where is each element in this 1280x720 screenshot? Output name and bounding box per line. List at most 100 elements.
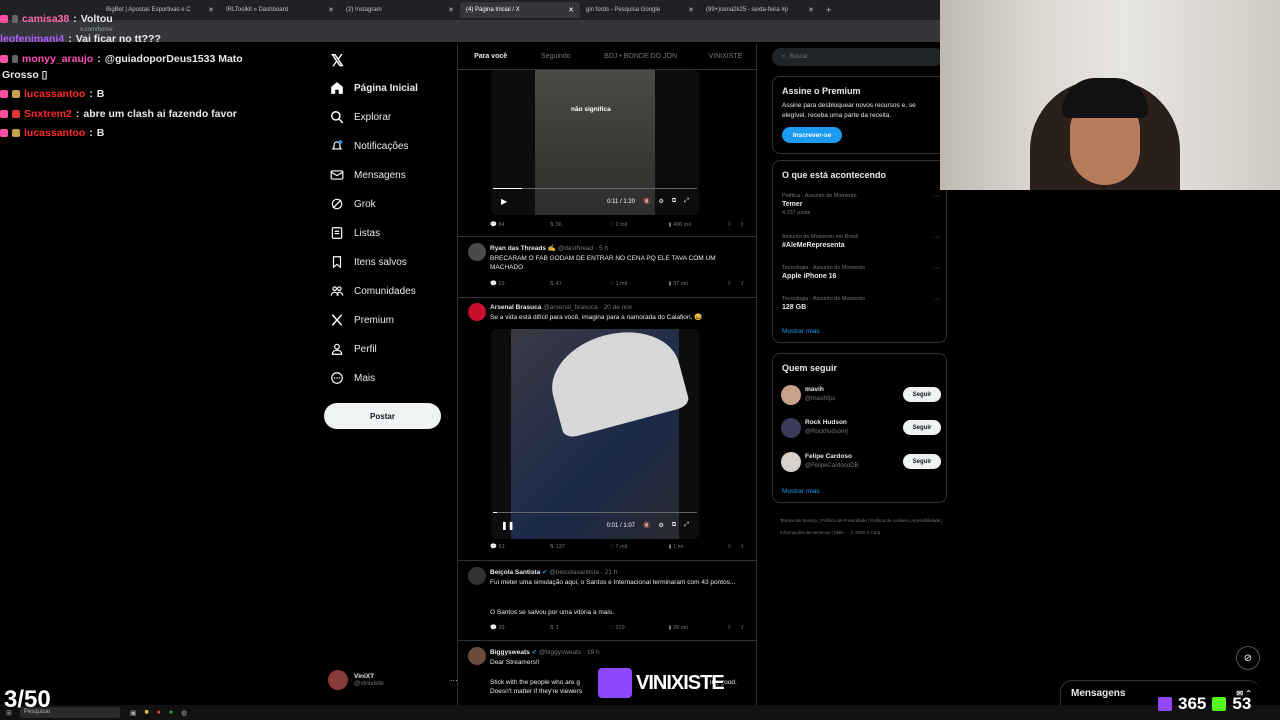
- footer-link[interactable]: Política de Privacidade: [821, 518, 867, 523]
- close-tab-icon[interactable]: ✕: [688, 6, 694, 14]
- repost-count[interactable]: ⇅ 36: [550, 222, 610, 228]
- fullscreen-icon[interactable]: ⤢: [684, 198, 689, 205]
- close-tab-icon[interactable]: ✕: [808, 6, 814, 14]
- like-count[interactable]: ♡ 2 mil: [609, 222, 669, 228]
- show-more-link[interactable]: Mostrar mais: [782, 488, 820, 495]
- nav-explore[interactable]: Explorar: [330, 110, 391, 124]
- more-dots-icon[interactable]: ···: [933, 234, 940, 241]
- video-progress[interactable]: [493, 188, 697, 189]
- avatar[interactable]: [781, 418, 801, 438]
- browser-tab[interactable]: (2) Instagram ✕: [340, 2, 460, 18]
- tab-for-you[interactable]: Para você: [458, 44, 523, 69]
- tab-bdj[interactable]: BDJ • BONDE DO JON: [588, 44, 692, 69]
- repost-count[interactable]: ⇅ 47: [550, 281, 610, 287]
- avatar[interactable]: [468, 647, 486, 665]
- avatar[interactable]: [468, 567, 486, 585]
- trend-item[interactable]: Tecnologia · Assunto do Momento 128 GB ·…: [782, 296, 940, 311]
- tweet[interactable]: não significa ▶ 0:11 / 1:20 🔇 ⚙ ⧉ ⤢ 💬 84…: [458, 70, 756, 237]
- view-count[interactable]: ▮ 28 mil: [669, 625, 729, 631]
- more-dots-icon[interactable]: ···: [933, 265, 940, 272]
- browser-tab[interactable]: gin fords - Pesquisa Google ✕: [580, 2, 700, 18]
- bookmark-icon[interactable]: ⌑: [728, 625, 740, 631]
- chrome-icon[interactable]: ●: [157, 709, 161, 716]
- pip-icon[interactable]: ⧉: [672, 198, 676, 205]
- share-icon[interactable]: ⇪: [740, 222, 750, 228]
- grok-floating-icon[interactable]: ⊘: [1236, 646, 1260, 670]
- reply-count[interactable]: 💬 29: [490, 625, 550, 631]
- nav-messages[interactable]: Mensagens: [330, 168, 406, 182]
- more-dots-icon[interactable]: ···: [933, 296, 940, 303]
- mute-icon[interactable]: 🔇: [643, 522, 650, 529]
- pip-icon[interactable]: ⧉: [672, 522, 676, 529]
- reply-count[interactable]: 💬 53: [490, 544, 550, 550]
- like-count[interactable]: ♡ 1 mil: [609, 281, 669, 287]
- trend-item[interactable]: Política · Assunto do Momento Temer 4.23…: [782, 193, 940, 221]
- play-icon[interactable]: ▶: [501, 197, 507, 206]
- repost-count[interactable]: ⇅ 1: [550, 625, 610, 631]
- share-icon[interactable]: ⇪: [740, 544, 750, 550]
- pause-icon[interactable]: ❚❚: [501, 521, 514, 530]
- settings-icon[interactable]: ⚙: [659, 522, 664, 529]
- view-count[interactable]: ▮ 37 mil: [669, 281, 729, 287]
- follow-button[interactable]: Seguir: [903, 454, 941, 469]
- share-icon[interactable]: ⇪: [740, 625, 750, 631]
- repost-count[interactable]: ⇅ 137: [550, 544, 610, 550]
- avatar[interactable]: [781, 385, 801, 405]
- footer-link[interactable]: Informações de anúncios: [780, 530, 830, 535]
- nav-lists[interactable]: Listas: [330, 226, 380, 240]
- folder-icon[interactable]: ■: [145, 709, 149, 716]
- like-count[interactable]: ♡ 319: [609, 625, 669, 631]
- tweet[interactable]: Ryan das Threads ✍ @dasthread · 5 h BREC…: [458, 237, 756, 298]
- nav-communities[interactable]: Comunidades: [330, 284, 416, 298]
- nav-more[interactable]: Mais: [330, 371, 375, 385]
- nav-grok[interactable]: Grok: [330, 197, 376, 211]
- tweet[interactable]: Arsenal Brasuca @arsenal_brasuca · 20 de…: [458, 298, 756, 561]
- tweet-video[interactable]: ❚❚ 0:01 / 1:07 🔇 ⚙ ⧉ ⤢: [491, 329, 699, 539]
- reply-count[interactable]: 💬 84: [490, 222, 550, 228]
- tab-vinixiste[interactable]: VINIXISTE: [693, 44, 756, 69]
- nav-notifications[interactable]: Notificações: [330, 139, 408, 153]
- nav-profile[interactable]: Perfil: [330, 342, 377, 356]
- trend-item[interactable]: Assunto do Momento em Brasil #AleMeRepre…: [782, 234, 940, 249]
- mute-icon[interactable]: 🔇: [643, 198, 650, 205]
- fullscreen-icon[interactable]: ⤢: [684, 522, 689, 529]
- view-count[interactable]: ▮ 496 mil: [669, 222, 729, 228]
- tweet[interactable]: Beiçola Santista ✔ @beicolasantista · 21…: [458, 561, 756, 641]
- browser-tab-active[interactable]: (4) Página Inicial / X ✕: [460, 2, 580, 18]
- reply-count[interactable]: 💬 19: [490, 281, 550, 287]
- follow-suggestion[interactable]: Felipe Cardoso @FelipeCardosoDB Seguir: [781, 450, 941, 474]
- browser-tab[interactable]: (99+)cena2k25 - sexta-feira #p ✕: [700, 2, 820, 18]
- footer-link[interactable]: Mais ···: [834, 530, 849, 535]
- bookmark-icon[interactable]: ⌑: [728, 544, 740, 550]
- footer-link[interactable]: Acessibilidade: [911, 518, 940, 523]
- timeline[interactable]: Para você Seguindo BDJ • BONDE DO JON VI…: [457, 44, 757, 720]
- subscribe-button[interactable]: Inscrever-se: [782, 127, 842, 143]
- bookmark-icon[interactable]: ⌑: [728, 281, 740, 287]
- follow-suggestion[interactable]: Rock Hudson @Rockhudsonrj Seguir: [781, 416, 941, 440]
- settings-icon[interactable]: ⚙: [659, 198, 664, 205]
- share-icon[interactable]: ⇪: [740, 281, 750, 287]
- post-button[interactable]: Postar: [324, 403, 441, 429]
- app-icon[interactable]: ◍: [181, 709, 187, 717]
- avatar[interactable]: [468, 303, 486, 321]
- bookmark-icon[interactable]: ⌑: [728, 222, 740, 228]
- footer-link[interactable]: Termos de Serviço: [780, 518, 817, 523]
- tab-following[interactable]: Seguindo: [523, 44, 588, 69]
- more-dots-icon[interactable]: ···: [933, 193, 940, 200]
- avatar[interactable]: [781, 452, 801, 472]
- follow-suggestion[interactable]: mavih @mavihfps Seguir: [781, 383, 941, 407]
- like-count[interactable]: ♡ 7 mil: [609, 544, 669, 550]
- follow-button[interactable]: Seguir: [903, 387, 941, 402]
- close-tab-icon[interactable]: ✕: [448, 6, 454, 14]
- close-tab-icon[interactable]: ✕: [568, 6, 574, 14]
- nav-home[interactable]: Página Inicial: [330, 81, 418, 95]
- video-progress[interactable]: [493, 512, 697, 513]
- tweet-video[interactable]: não significa ▶ 0:11 / 1:20 🔇 ⚙ ⧉ ⤢: [491, 70, 699, 215]
- search-input[interactable]: ⌕ Buscar: [772, 48, 944, 66]
- avatar[interactable]: [468, 243, 486, 261]
- spotify-icon[interactable]: ●: [169, 709, 173, 716]
- view-count[interactable]: ▮ 1 mi: [669, 544, 729, 550]
- new-tab-icon[interactable]: +: [826, 5, 831, 15]
- footer-link[interactable]: Política de cookies: [870, 518, 908, 523]
- follow-button[interactable]: Seguir: [903, 420, 941, 435]
